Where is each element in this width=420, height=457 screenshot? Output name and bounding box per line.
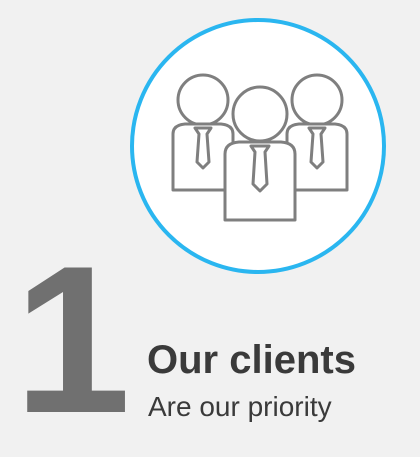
people-group-icon: [171, 73, 349, 222]
card-title: Our clients: [147, 338, 356, 382]
clients-card: 1 Our clients Are our priority: [0, 0, 420, 457]
step-number: 1: [14, 222, 131, 457]
card-subtitle: Are our priority: [148, 391, 332, 422]
